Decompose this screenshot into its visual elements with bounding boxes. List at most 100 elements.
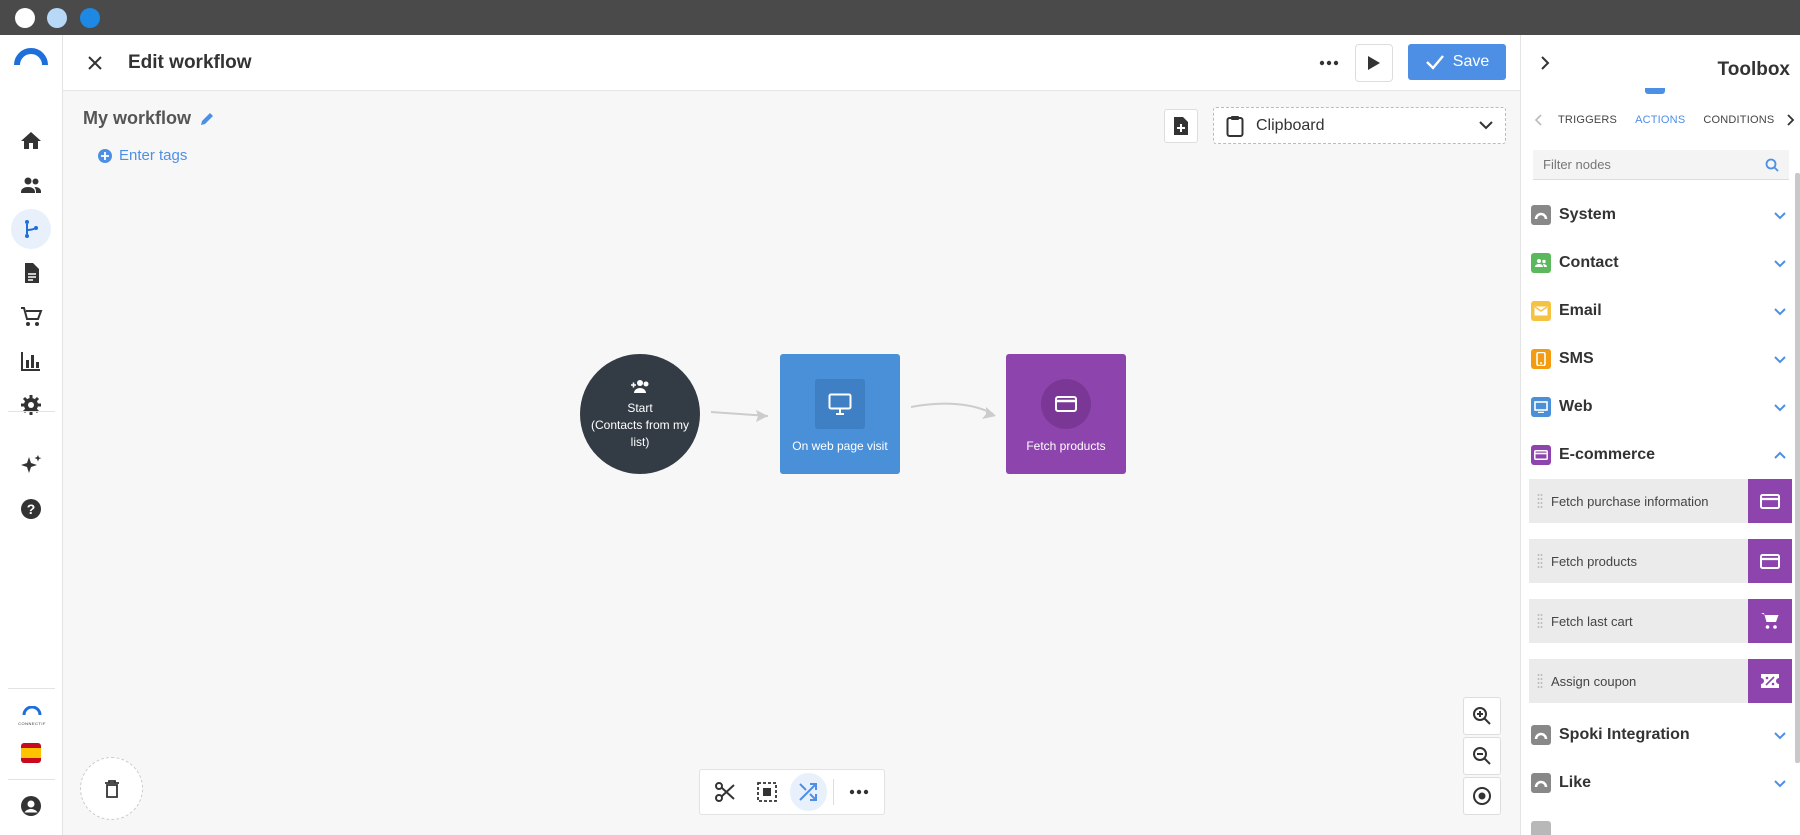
select-area-button[interactable] (748, 773, 786, 811)
category-ecommerce[interactable]: E-commerce (1531, 440, 1787, 470)
tab-conditions[interactable]: CONDITIONS (1694, 114, 1783, 126)
chevron-down-icon (1774, 731, 1786, 739)
phone-icon (1531, 349, 1551, 369)
workflow-canvas[interactable]: My workflow Enter tags Clipboard Start (… (63, 91, 1520, 835)
nav-help[interactable]: ? (11, 489, 51, 529)
more-horizontal-icon (849, 789, 869, 795)
category-email[interactable]: Email (1531, 296, 1787, 326)
fetch-products-node-label: Fetch products (1026, 439, 1106, 453)
tab-triggers[interactable]: TRIGGERS (1549, 114, 1626, 126)
contacts-add-icon (631, 379, 649, 393)
node-icon-frame (815, 379, 865, 429)
run-workflow-button[interactable] (1355, 44, 1393, 82)
scissors-icon (714, 782, 735, 802)
auto-layout-button[interactable] (789, 773, 828, 811)
nav-reports[interactable] (11, 341, 51, 381)
credit-card-icon (1531, 445, 1551, 465)
credit-card-icon (1055, 396, 1077, 412)
window-minimize-dot[interactable] (47, 8, 67, 28)
document-icon (25, 263, 39, 283)
center-view-button[interactable] (1463, 777, 1501, 815)
category-spoki-integration[interactable]: Spoki Integration (1531, 720, 1787, 750)
chevron-right-icon[interactable] (1783, 113, 1797, 127)
zoom-in-button[interactable] (1463, 697, 1501, 735)
window-close-dot[interactable] (15, 8, 35, 28)
chevron-down-icon (1774, 779, 1786, 787)
category-system[interactable]: System (1531, 200, 1787, 230)
more-options-button[interactable] (1315, 49, 1343, 77)
chevron-down-icon (1774, 403, 1786, 411)
cut-button[interactable] (706, 773, 744, 811)
category-sms[interactable]: SMS (1531, 344, 1787, 374)
nav-store[interactable] (11, 297, 51, 337)
window-maximize-dot[interactable] (80, 8, 100, 28)
category-partial (1531, 816, 1787, 835)
category-label: Like (1559, 774, 1592, 791)
action-fetch-purchase-information[interactable]: Fetch purchase information (1529, 479, 1792, 523)
start-node-sublabel: (Contacts from my list) (590, 417, 689, 449)
category-label: Email (1559, 302, 1602, 319)
chevron-left-icon[interactable] (1529, 113, 1549, 127)
nav-content[interactable] (11, 253, 51, 293)
app-logo[interactable] (14, 47, 48, 67)
action-fetch-last-cart[interactable]: Fetch last cart (1529, 599, 1792, 643)
drag-handle-icon[interactable] (1533, 613, 1547, 629)
language-flag-icon[interactable] (21, 743, 41, 763)
nav-contacts[interactable] (11, 165, 51, 205)
gear-icon (21, 395, 41, 415)
close-button[interactable] (83, 51, 107, 75)
save-button[interactable]: Save (1408, 44, 1506, 80)
category-contact[interactable]: Contact (1531, 248, 1787, 278)
delete-drop-zone[interactable] (80, 757, 143, 820)
drag-handle-icon[interactable] (1533, 493, 1547, 509)
drag-handle-icon[interactable] (1533, 673, 1547, 689)
nav-home[interactable] (11, 121, 51, 161)
zoom-out-icon (1473, 747, 1491, 765)
account-icon (21, 796, 41, 816)
category-like[interactable]: Like (1531, 768, 1787, 798)
collapse-toolbox-button[interactable] (1533, 51, 1557, 75)
chart-icon (21, 352, 40, 371)
window-titlebar (0, 0, 1800, 35)
more-tools-button[interactable] (840, 773, 878, 811)
toolbox-title: Toolbox (1717, 59, 1790, 80)
filter-nodes-input[interactable]: Filter nodes (1533, 150, 1789, 180)
more-horizontal-icon (1319, 60, 1339, 66)
brand-logo-small: CONNECTIF (13, 703, 51, 726)
contacts-icon (21, 177, 41, 193)
action-assign-coupon[interactable]: Assign coupon (1529, 659, 1792, 703)
system-icon (1531, 205, 1551, 225)
nav-settings[interactable] (11, 385, 51, 425)
play-icon (1368, 56, 1380, 70)
chevron-up-icon (1774, 451, 1786, 459)
target-icon (1473, 787, 1491, 805)
cart-icon (1748, 599, 1792, 643)
toolbox-scrollbar[interactable] (1795, 173, 1800, 763)
chevron-down-icon (1774, 355, 1786, 363)
monitor-icon (1531, 397, 1551, 417)
chevron-down-icon (1774, 307, 1786, 315)
web-visit-node[interactable]: On web page visit (780, 354, 900, 474)
action-label: Fetch last cart (1551, 613, 1633, 629)
chevron-right-icon (1541, 56, 1550, 70)
category-label: Contact (1559, 254, 1619, 271)
select-all-icon (756, 782, 777, 802)
start-node[interactable]: Start (Contacts from my list) (580, 354, 700, 474)
credit-card-icon (1748, 539, 1792, 583)
tab-actions[interactable]: ACTIONS (1626, 114, 1694, 126)
workflow-icon (25, 220, 38, 238)
monitor-icon (828, 393, 852, 415)
coupon-icon (1748, 659, 1792, 703)
action-fetch-products[interactable]: Fetch products (1529, 539, 1792, 583)
fetch-products-node[interactable]: Fetch products (1006, 354, 1126, 474)
toolbox-panel: Toolbox TRIGGERS ACTIONS CONDITIONS Filt… (1520, 35, 1800, 835)
credit-card-icon (1748, 479, 1792, 523)
contact-icon (1531, 253, 1551, 273)
shuffle-icon (799, 783, 818, 801)
category-web[interactable]: Web (1531, 392, 1787, 422)
zoom-out-button[interactable] (1463, 737, 1501, 775)
nav-ai[interactable] (11, 445, 51, 485)
drag-handle-icon[interactable] (1533, 553, 1547, 569)
nav-workflows[interactable] (11, 209, 51, 249)
nav-account[interactable] (11, 786, 51, 826)
